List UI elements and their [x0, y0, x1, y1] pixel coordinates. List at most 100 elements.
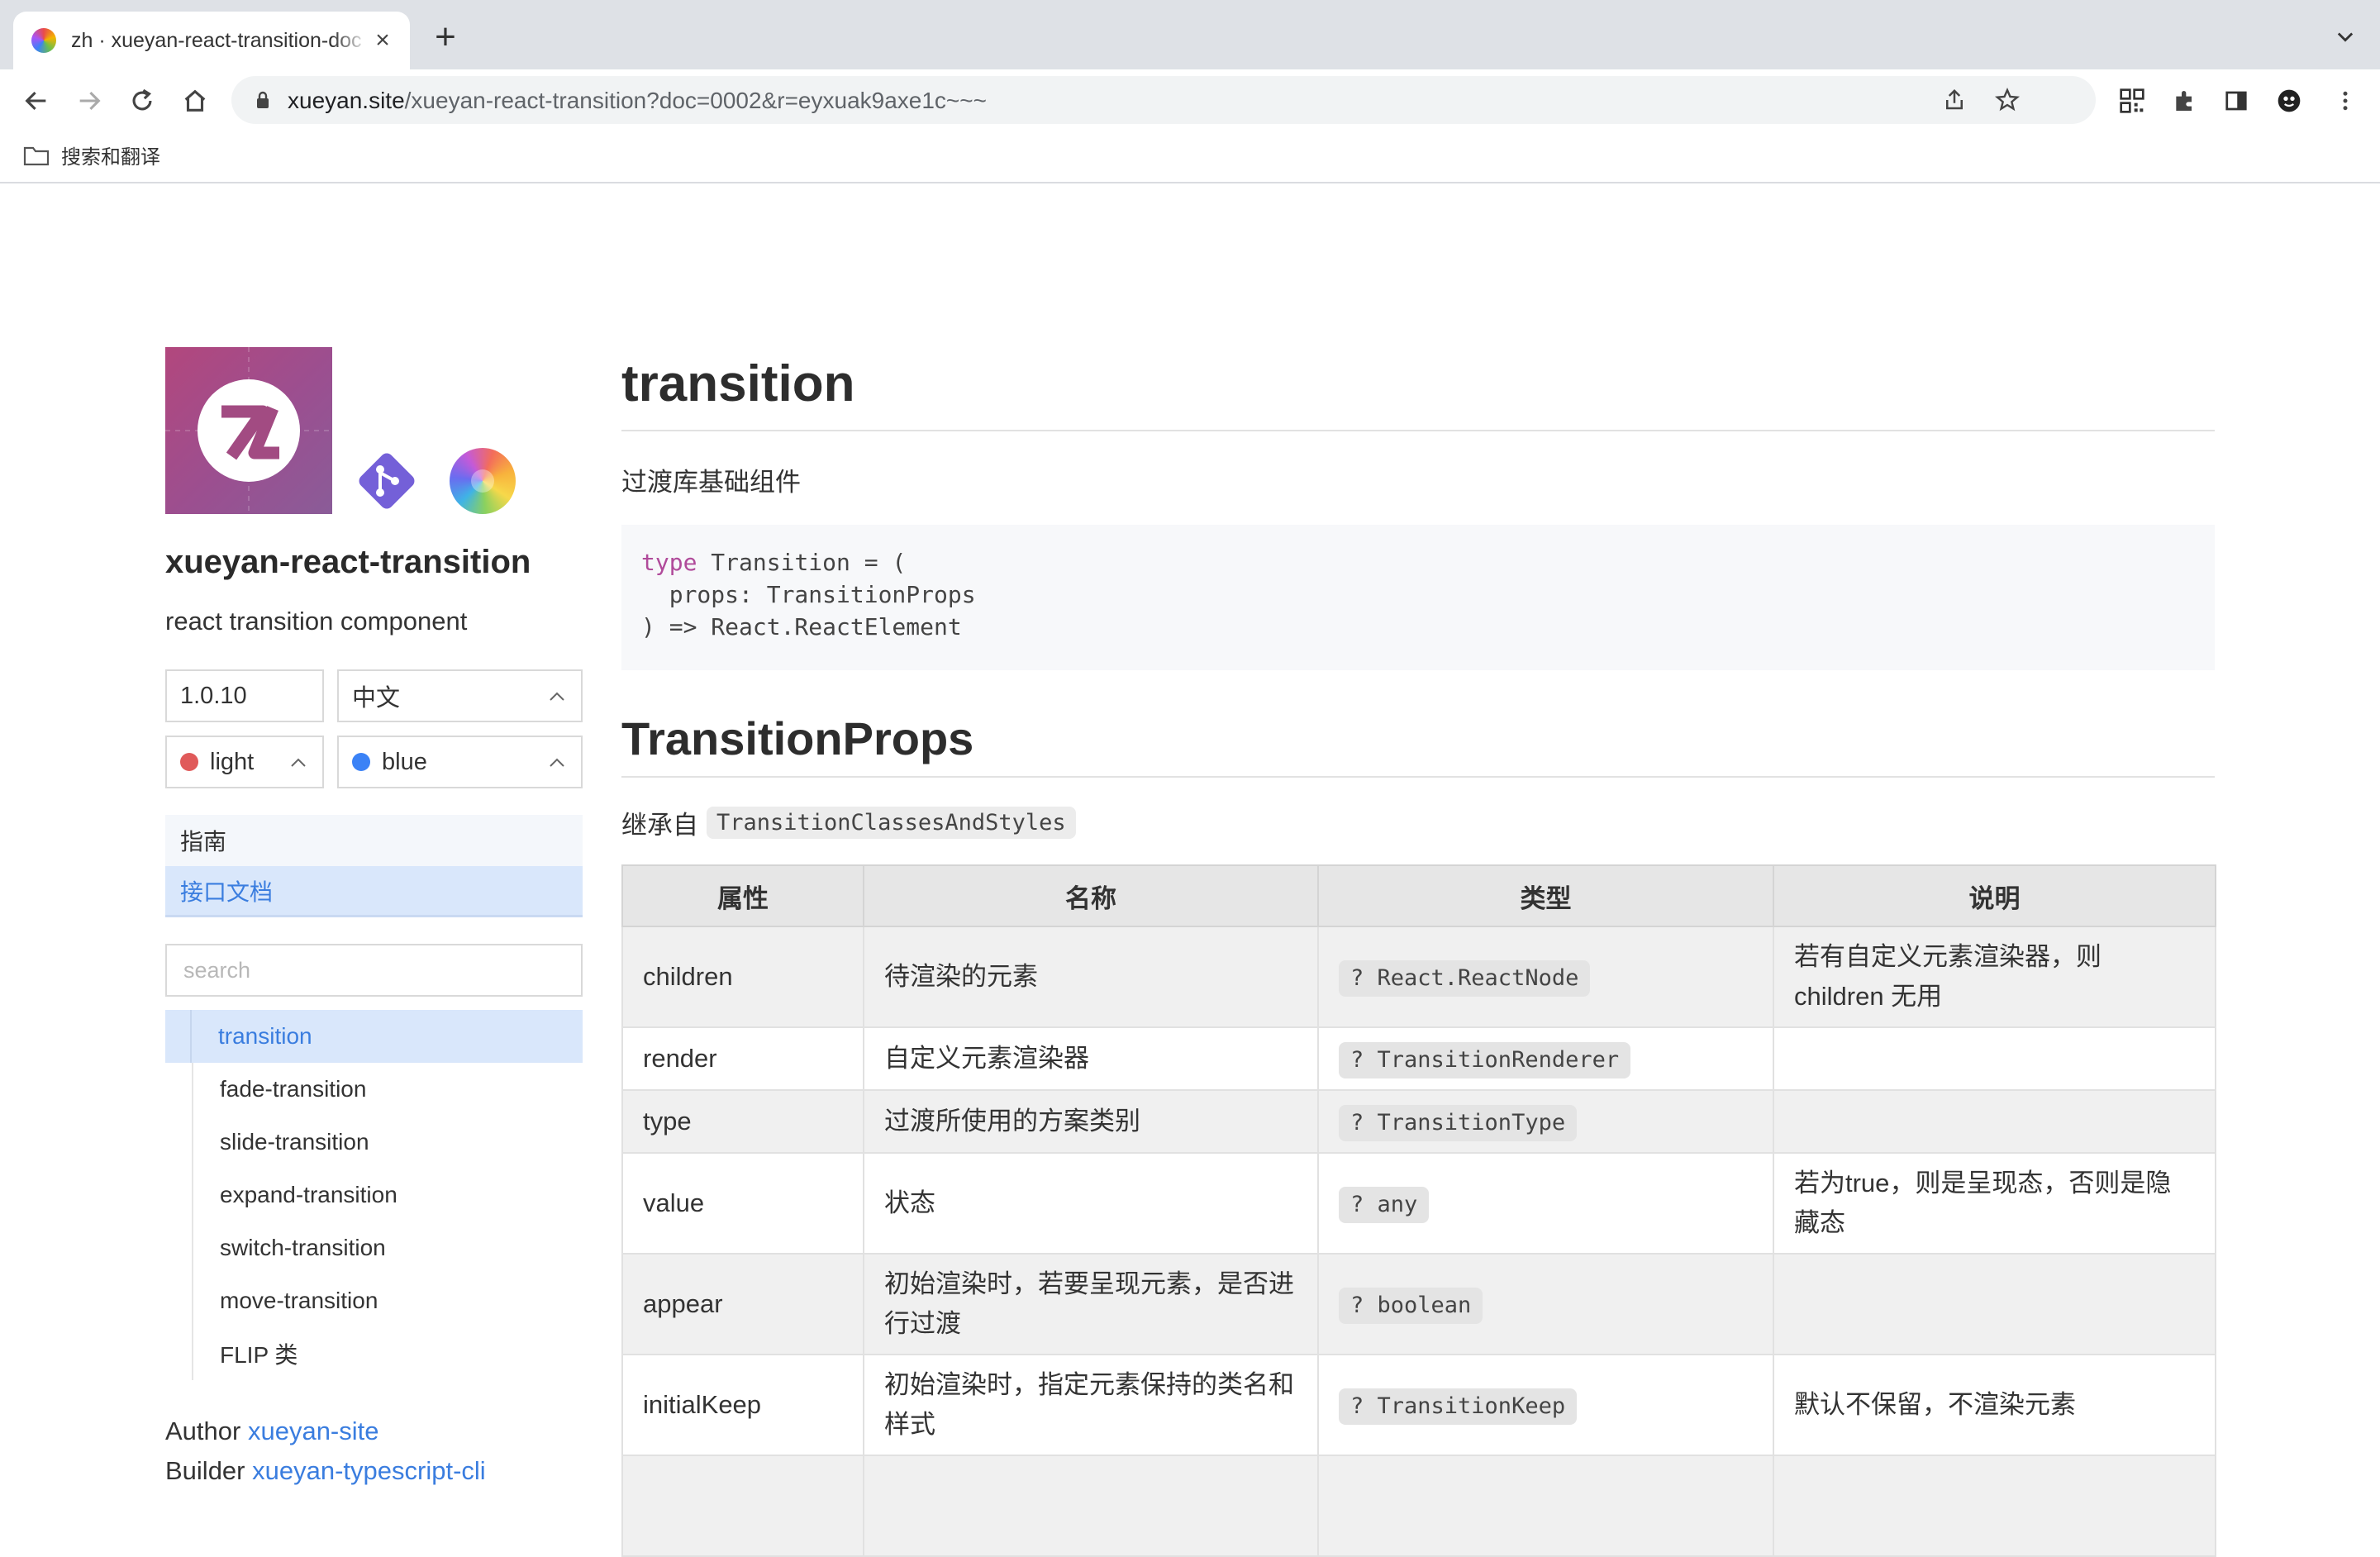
- theme-value: light: [210, 748, 255, 775]
- browser-tab[interactable]: zh · xueyan-react-transition-doc ×: [13, 12, 410, 69]
- code-line-2: props: TransitionProps: [641, 581, 976, 608]
- table-row: initialKeep 初始渲染时，指定元素保持的类名和样式 ? Transit…: [621, 1354, 2216, 1456]
- doc-item-fade-transition[interactable]: fade-transition: [192, 1063, 583, 1116]
- table-row: value 状态 ? any 若为true，则是呈现态，否则是隐藏态: [621, 1152, 2216, 1255]
- bookmark-folder[interactable]: 搜索和翻译: [23, 140, 160, 169]
- language-select[interactable]: 中文: [337, 669, 583, 722]
- code-keyword: type: [641, 549, 697, 576]
- cell-type: ? boolean: [1317, 1253, 1774, 1355]
- cell-name: 过渡所使用的方案类别: [863, 1089, 1319, 1154]
- author-link[interactable]: xueyan-site: [248, 1417, 379, 1445]
- arrow-right-icon: [79, 91, 101, 111]
- back-button[interactable]: [20, 84, 53, 117]
- package-logo[interactable]: [165, 347, 332, 514]
- doc-section-nav: 指南 接口文档: [165, 815, 583, 917]
- doc-item-flip[interactable]: FLIP 类: [192, 1327, 583, 1380]
- author-line: Author xueyan-site: [165, 1412, 486, 1451]
- tab-title: zh · xueyan-react-transition-doc: [71, 28, 362, 52]
- section-title: TransitionProps: [621, 710, 2215, 778]
- cell-type: ? React.ReactNode: [1317, 926, 1774, 1028]
- cell-desc: 若为true，则是呈现态，否则是隐藏态: [1773, 1152, 2216, 1255]
- star-icon: [1994, 87, 2021, 112]
- cell-type: ? any: [1317, 1152, 1774, 1255]
- column-header-prop: 属性: [621, 864, 864, 927]
- extensions-button[interactable]: [2168, 84, 2202, 117]
- cell-desc: [1773, 1026, 2216, 1091]
- cell-prop: type: [621, 1089, 864, 1154]
- reload-button[interactable]: [126, 84, 159, 117]
- cell-prop: initialKeep: [621, 1354, 864, 1456]
- code-line-3: ) => React.ReactElement: [641, 613, 962, 640]
- doc-item-transition[interactable]: transition: [165, 1010, 583, 1063]
- cell-desc: [1773, 1253, 2216, 1355]
- folder-icon: [23, 146, 50, 165]
- git-icon[interactable]: [354, 448, 420, 514]
- cell-desc: [1773, 1455, 2216, 1557]
- accent-color-select[interactable]: blue: [337, 736, 583, 788]
- accent-value: blue: [382, 748, 427, 775]
- doc-item-move-transition[interactable]: move-transition: [192, 1274, 583, 1327]
- chevron-up-icon: [291, 758, 306, 767]
- props-table: 属性 名称 类型 说明 children 待渲染的元素 ? React.Reac…: [621, 864, 2216, 1557]
- cell-name: 状态: [863, 1152, 1319, 1255]
- puzzle-icon: [2176, 91, 2192, 111]
- inherit-label: 继承自: [621, 811, 698, 840]
- site-favicon-icon: [31, 28, 56, 53]
- version-select[interactable]: 1.0.10: [165, 669, 324, 722]
- table-header-row: 属性 名称 类型 说明: [621, 864, 2216, 927]
- builder-link[interactable]: xueyan-typescript-cli: [252, 1456, 486, 1485]
- home-icon: [184, 89, 206, 112]
- color-wheel-icon[interactable]: [450, 448, 516, 514]
- lock-icon[interactable]: [255, 91, 271, 109]
- bookmark-star-button[interactable]: [1993, 86, 2021, 114]
- cell-desc: 默认不保留，不渲染元素: [1773, 1354, 2216, 1456]
- more-vertical-icon: [2343, 91, 2348, 111]
- qr-code-button[interactable]: [2116, 84, 2149, 117]
- column-header-name: 名称: [863, 864, 1319, 927]
- bookmarks-bar: 搜索和翻译: [0, 129, 2380, 183]
- doc-item-switch-transition[interactable]: switch-transition: [192, 1221, 583, 1274]
- cell-type: [1317, 1455, 1774, 1557]
- share-button[interactable]: [1940, 86, 1968, 114]
- new-tab-button[interactable]: +: [430, 19, 461, 55]
- table-row: appear 初始渲染时，若要呈现元素，是否进行过渡 ? boolean: [621, 1253, 2216, 1355]
- address-bar[interactable]: xueyan.site/xueyan-react-transition?doc=…: [231, 76, 2096, 124]
- page-title: transition: [621, 347, 2215, 431]
- cell-name: 初始渲染时，若要呈现元素，是否进行过渡: [863, 1253, 1319, 1355]
- home-button[interactable]: [178, 84, 212, 117]
- doc-list: transition fade-transition slide-transit…: [165, 1010, 583, 1380]
- nav-item-api-docs[interactable]: 接口文档: [165, 866, 583, 917]
- close-tab-icon[interactable]: ×: [370, 28, 395, 53]
- profile-button[interactable]: [2273, 84, 2306, 117]
- type-tag: ? React.ReactNode: [1339, 960, 1591, 997]
- tab-search-chevron-down-icon[interactable]: [2334, 25, 2357, 48]
- cell-prop: value: [621, 1152, 864, 1255]
- table-row: [621, 1455, 2216, 1557]
- inherit-type-tag: TransitionClassesAndStyles: [707, 807, 1076, 839]
- package-description: react transition component: [165, 607, 468, 636]
- doc-item-expand-transition[interactable]: expand-transition: [192, 1169, 583, 1221]
- sidebar: xueyan-react-transition react transition…: [165, 347, 583, 1485]
- accent-color-dot: [352, 753, 370, 771]
- cell-prop: appear: [621, 1253, 864, 1355]
- builder-line: Builder xueyan-typescript-cli: [165, 1451, 486, 1491]
- code-block: type Transition = ( props: TransitionPro…: [621, 525, 2215, 670]
- column-header-type: 类型: [1317, 864, 1774, 927]
- browser-menu-button[interactable]: [2329, 84, 2362, 117]
- cell-name: 待渲染的元素: [863, 926, 1319, 1028]
- main-content: transition 过渡库基础组件 type Transition = ( p…: [621, 347, 2216, 1557]
- search-input[interactable]: [165, 944, 583, 997]
- logo-row: [165, 347, 583, 514]
- doc-item-slide-transition[interactable]: slide-transition: [192, 1116, 583, 1169]
- arrow-left-icon: [25, 91, 46, 111]
- forward-button[interactable]: [73, 84, 106, 117]
- theme-select[interactable]: light: [165, 736, 324, 788]
- cell-desc: [1773, 1089, 2216, 1154]
- chevron-up-icon: [550, 692, 564, 701]
- type-tag: ? any: [1339, 1187, 1430, 1223]
- url-path: /xueyan-react-transition?doc=0002&r=eyxu…: [404, 88, 987, 113]
- z-logo-icon: [165, 347, 332, 514]
- nav-item-guide[interactable]: 指南: [165, 815, 583, 866]
- url-text[interactable]: xueyan.site/xueyan-react-transition?doc=…: [288, 88, 987, 114]
- side-panel-button[interactable]: [2220, 84, 2253, 117]
